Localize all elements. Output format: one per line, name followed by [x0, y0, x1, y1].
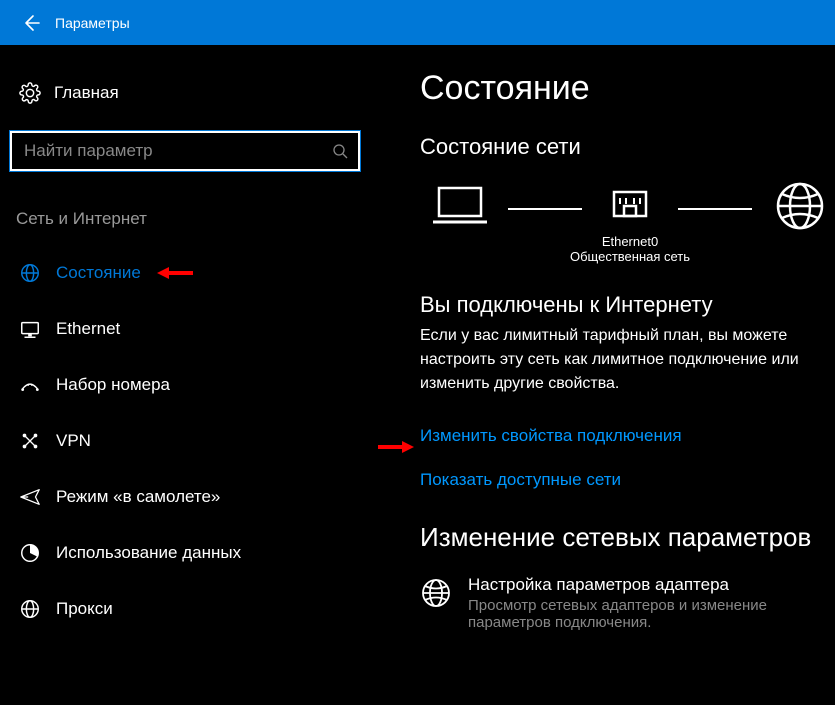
change-network-params-heading: Изменение сетевых параметров: [420, 522, 835, 553]
network-status-heading: Состояние сети: [420, 134, 835, 160]
globe-icon: [774, 180, 826, 232]
titlebar-title: Параметры: [55, 15, 130, 31]
annotation-arrow-icon: [157, 264, 193, 282]
link-change-connection-properties[interactable]: Изменить свойства подключения: [420, 426, 682, 446]
search-box[interactable]: [10, 131, 360, 171]
ethernet-icon: [16, 318, 44, 340]
page-title: Состояние: [420, 69, 835, 108]
sidebar-item-label: Использование данных: [56, 543, 241, 563]
sidebar-item-datausage[interactable]: Использование данных: [10, 525, 360, 581]
sidebar-item-dialup[interactable]: Набор номера: [10, 357, 360, 413]
sidebar-item-airplane[interactable]: Режим «в самолете»: [10, 469, 360, 525]
sidebar-item-proxy[interactable]: Прокси: [10, 581, 360, 637]
proxy-icon: [16, 598, 44, 620]
home-button[interactable]: Главная: [16, 73, 360, 113]
adapter-settings-row[interactable]: Настройка параметров адаптера Просмотр с…: [420, 575, 835, 631]
laptop-icon: [429, 182, 491, 230]
diagram-pc: [420, 182, 500, 264]
diagram-network-type: Общественная сеть: [570, 249, 690, 264]
vpn-icon: [16, 430, 44, 452]
adapter-settings-desc: Просмотр сетевых адаптеров и изменение п…: [468, 597, 835, 631]
gear-icon: [16, 82, 44, 104]
link-show-available-networks[interactable]: Показать доступные сети: [420, 470, 621, 490]
dialup-icon: [16, 374, 44, 396]
arrow-left-icon: [21, 13, 41, 33]
annotation-arrow-icon: [378, 438, 414, 456]
diagram-adapter-name: Ethernet0: [602, 234, 658, 249]
ethernet-port-icon: [606, 182, 654, 230]
globe-icon: [16, 262, 44, 284]
connected-heading: Вы подключены к Интернету: [420, 292, 835, 318]
sidebar: Главная Сеть и Интернет Состояние Ethern…: [0, 45, 370, 705]
diagram-adapter: Ethernet0 Общественная сеть: [590, 182, 670, 264]
home-label: Главная: [54, 83, 119, 103]
content-pane: Состояние Состояние сети Ethernet0 Общес…: [370, 45, 835, 705]
diagram-line: [508, 208, 582, 210]
globe-icon: [420, 577, 452, 609]
airplane-icon: [16, 486, 44, 508]
sidebar-item-label: Режим «в самолете»: [56, 487, 220, 507]
sidebar-item-label: Прокси: [56, 599, 113, 619]
network-diagram: Ethernet0 Общественная сеть: [420, 180, 835, 266]
titlebar: Параметры: [0, 0, 835, 45]
adapter-settings-title: Настройка параметров адаптера: [468, 575, 835, 595]
sidebar-section-header: Сеть и Интернет: [16, 209, 360, 229]
back-button[interactable]: [8, 0, 53, 45]
search-input[interactable]: [12, 133, 322, 169]
connected-body: Если у вас лимитный тарифный план, вы мо…: [420, 324, 835, 396]
sidebar-item-label: Набор номера: [56, 375, 170, 395]
search-icon: [322, 143, 358, 159]
sidebar-item-label: Состояние: [56, 263, 141, 283]
sidebar-item-label: VPN: [56, 431, 91, 451]
sidebar-item-vpn[interactable]: VPN: [10, 413, 360, 469]
sidebar-item-status[interactable]: Состояние: [10, 245, 360, 301]
sidebar-item-label: Ethernet: [56, 319, 120, 339]
sidebar-item-ethernet[interactable]: Ethernet: [10, 301, 360, 357]
diagram-line: [678, 208, 752, 210]
diagram-internet: [760, 180, 835, 266]
datausage-icon: [16, 542, 44, 564]
